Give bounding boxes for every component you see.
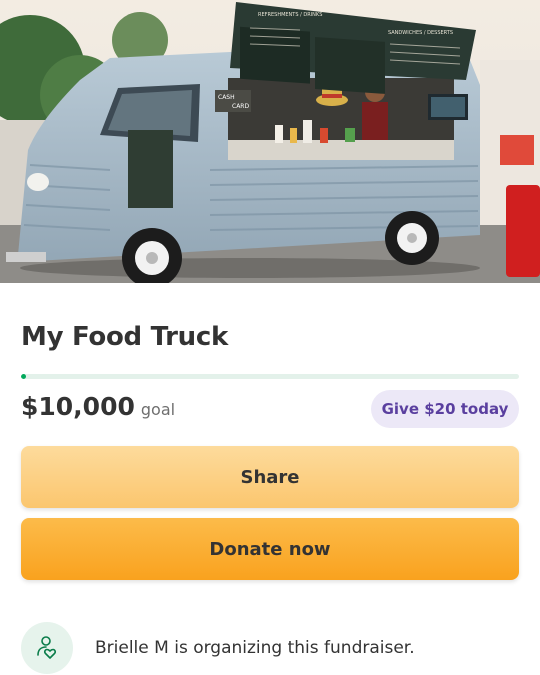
hero-image: REFRESHMENTS / DRINKS SANDWICHES / DESSE…	[0, 0, 540, 283]
goal-label: goal	[140, 400, 176, 419]
progress-bar-fill	[21, 374, 26, 379]
truck-sign-left: REFRESHMENTS / DRINKS	[258, 12, 322, 18]
organizer-text: Brielle M is organizing this fundraiser.	[95, 638, 415, 658]
campaign-title: My Food Truck	[21, 322, 228, 352]
donate-now-button[interactable]: Donate now	[21, 518, 519, 580]
goal-amount: $10,000	[21, 392, 135, 421]
organizer-row: Brielle M is organizing this fundraiser.	[21, 622, 415, 674]
truck-badge-line1: CASH	[218, 94, 235, 101]
share-button[interactable]: Share	[21, 446, 519, 508]
food-truck-photo: REFRESHMENTS / DRINKS SANDWICHES / DESSE…	[0, 0, 540, 283]
person-heart-icon	[21, 622, 73, 674]
progress-bar	[21, 374, 519, 379]
goal-row: $10,000 goal	[21, 392, 175, 421]
give-suggested-amount-button[interactable]: Give $20 today	[371, 390, 519, 428]
truck-badge-line2: CARD	[232, 103, 249, 110]
truck-sign-right: SANDWICHES / DESSERTS	[388, 30, 453, 36]
